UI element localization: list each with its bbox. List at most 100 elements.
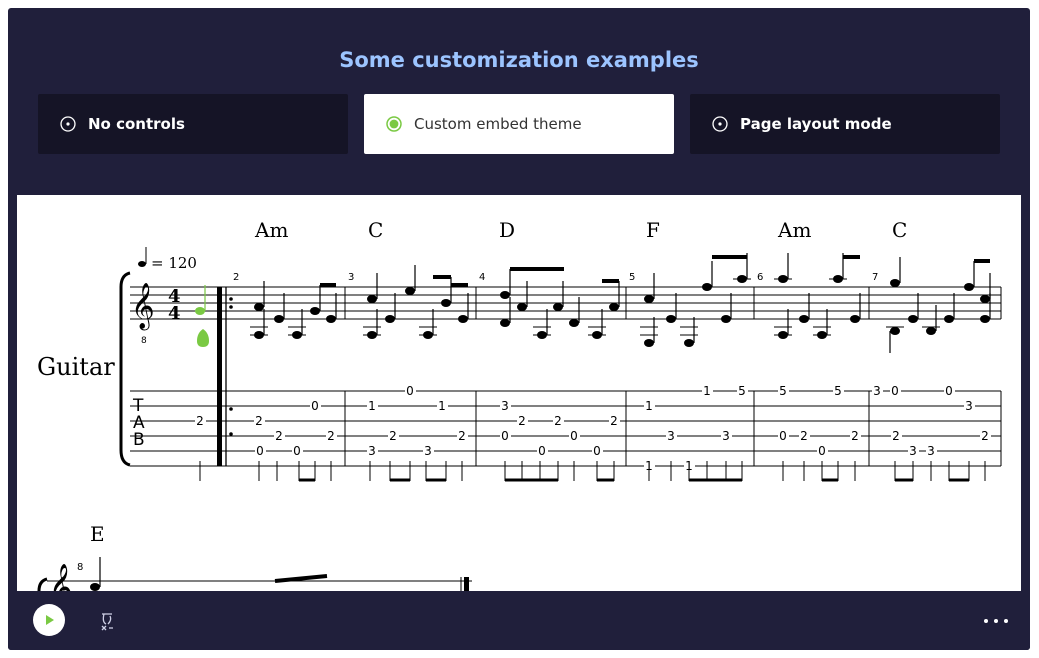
tab-number: 2 (610, 414, 618, 428)
note-head (310, 307, 320, 315)
cursor-drop-icon (197, 329, 209, 347)
sheet-music: Guitar = 120 Am C D F Am C 2 3 4 5 6 7 𝄞… (37, 218, 1002, 591)
more-icon (984, 619, 988, 623)
option-page-layout-mode[interactable]: Page layout mode (690, 94, 1000, 154)
svg-text:8: 8 (141, 336, 147, 346)
note-head (405, 287, 415, 295)
system-brace (37, 577, 48, 591)
more-icon (994, 619, 998, 623)
tab-clef-letter: B (133, 430, 145, 450)
score-view[interactable]: Guitar = 120 Am C D F Am C 2 3 4 5 6 7 𝄞… (17, 195, 1021, 591)
more-button[interactable] (984, 611, 1008, 631)
measure-number: 8 (77, 562, 83, 573)
note-head (326, 315, 336, 323)
tab-number: 0 (311, 399, 319, 413)
chord-name: E (90, 522, 105, 546)
tab-number: 2 (327, 429, 335, 443)
note-head (926, 327, 936, 335)
tab-number: 0 (501, 429, 509, 443)
note-head (964, 283, 974, 291)
treble-clef-icon: 𝄞 (49, 564, 73, 591)
tab-number: 3 (424, 444, 432, 458)
playback-cursor-note (195, 285, 209, 347)
note-head (890, 327, 900, 335)
note-head (908, 315, 918, 323)
radio-unselected-icon (712, 116, 728, 132)
option-no-controls[interactable]: No controls (38, 94, 348, 154)
tab-number: 0 (945, 384, 953, 398)
tab-number: 2 (518, 414, 526, 428)
chord-name: C (368, 218, 383, 242)
svg-text:𝄞: 𝄞 (131, 283, 155, 331)
tab-number: 3 (909, 444, 917, 458)
chord-name: Am (254, 218, 288, 242)
measure-number: 7 (872, 272, 878, 283)
tab-number: 2 (851, 429, 859, 443)
standard-staff (130, 286, 1001, 320)
tab-number: 2 (554, 414, 562, 428)
tab-number: 0 (891, 384, 899, 398)
tab-number: 2 (458, 429, 466, 443)
tab-number: 3 (667, 429, 675, 443)
tab-number: 0 (406, 384, 414, 398)
note-head (944, 315, 954, 323)
note-head (609, 303, 619, 311)
chord-name: D (499, 218, 515, 242)
tab-number: 3 (927, 444, 935, 458)
note-head (644, 339, 654, 347)
tab-number: 3 (965, 399, 973, 413)
radio-selected-icon (386, 116, 402, 132)
tab-number: 5 (779, 384, 787, 398)
tab-number: 2 (981, 429, 989, 443)
tab-number: 3 (873, 384, 881, 398)
note-head (980, 315, 990, 323)
note-head (850, 315, 860, 323)
tab-number: 3 (368, 444, 376, 458)
tab-number: 2 (196, 414, 204, 428)
tool-icon[interactable] (96, 610, 118, 632)
option-label: Page layout mode (740, 115, 892, 133)
chord-name: F (646, 218, 660, 242)
measure-number: 5 (629, 272, 635, 283)
measure-number: 4 (479, 272, 485, 283)
note-head (441, 299, 451, 307)
chord-name: C (892, 218, 907, 242)
note-head (274, 315, 284, 323)
note-head (890, 279, 900, 287)
note-head (569, 319, 579, 327)
tab-number: 0 (818, 444, 826, 458)
play-icon (46, 615, 54, 625)
rhythm-marks (199, 461, 986, 482)
tab-number: 2 (275, 429, 283, 443)
measure-number: 2 (233, 272, 239, 283)
treble-clef-icon: 𝄞 8 (131, 283, 155, 346)
option-custom-embed-theme[interactable]: Custom embed theme (364, 94, 674, 154)
tab-number: 0 (570, 429, 578, 443)
tempo-marking: = 120 (138, 247, 197, 272)
tab-number: 5 (834, 384, 842, 398)
play-button[interactable] (33, 604, 65, 636)
radio-unselected-icon (60, 116, 76, 132)
note-head (644, 295, 654, 303)
tab-numbers: 2202002130213230202002131113550205230323… (195, 384, 991, 473)
measure-number: 3 (348, 272, 354, 283)
tab-number: 0 (256, 444, 264, 458)
measure-number: 6 (757, 272, 763, 283)
note-head (721, 315, 731, 323)
more-icon (1004, 619, 1008, 623)
option-label: Custom embed theme (414, 115, 582, 133)
tab-number: 1 (645, 399, 653, 413)
tab-number: 0 (293, 444, 301, 458)
instrument-name: Guitar (37, 353, 115, 381)
tab-number: 1 (368, 399, 376, 413)
note-head (799, 315, 809, 323)
tab-number: 2 (800, 429, 808, 443)
note-head (500, 319, 510, 327)
note-head (666, 315, 676, 323)
note-head (500, 291, 510, 299)
tab-number: 5 (738, 384, 746, 398)
tab-number: 3 (501, 399, 509, 413)
tab-number: 0 (779, 429, 787, 443)
chord-name: Am (777, 218, 811, 242)
embed-frame: Some customization examples No controls … (8, 8, 1030, 650)
